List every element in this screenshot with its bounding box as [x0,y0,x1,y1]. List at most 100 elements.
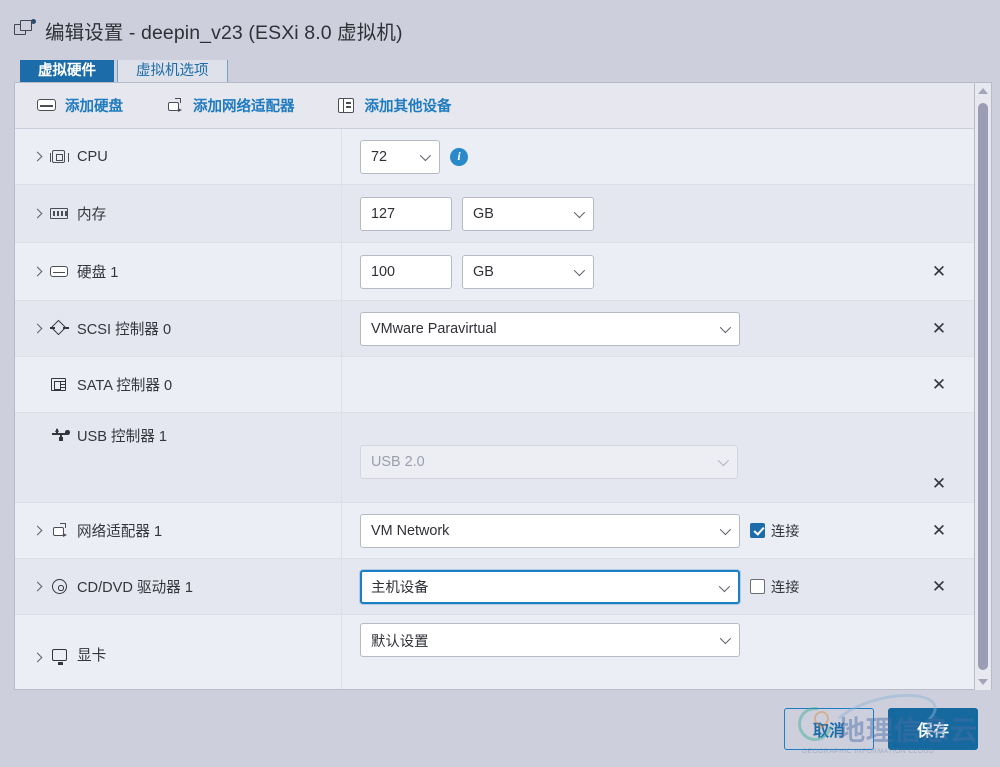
device-row-scsi-controller-0: SCSI 控制器 0 VMware Paravirtual ✕ [15,301,974,357]
virtual-machine-icon [14,19,36,41]
chevron-down-icon [573,264,586,276]
device-label-cell: 硬盘 1 [15,243,341,300]
expand-chevron-hard-disk[interactable] [31,265,45,279]
graphics-mode-value: 默认设置 [371,633,429,650]
scrollbar-track[interactable] [975,99,991,674]
memory-size-input[interactable] [360,196,452,231]
expand-chevron-placeholder [31,378,45,392]
device-remove-cell [904,129,974,184]
chevron-down-icon [719,632,732,645]
network-connect-checkbox[interactable]: 连接 [750,521,799,541]
remove-network-adapter-button[interactable]: ✕ [932,522,946,539]
device-name-usb-controller-1: USB 控制器 1 [77,429,168,445]
device-remove-cell: ✕ [904,301,974,356]
sata-controller-icon [50,376,70,393]
device-list: CPU 72 i 内存 127 GB 硬盘 1 100 GB ✕ SCSI 控制… [15,129,974,689]
scsi-type-value: VMware Paravirtual [371,320,497,337]
add-other-device-button[interactable]: 添加其他设备 [337,95,452,116]
dialog-title: 编辑设置 - deepin_v23 (ESXi 8.0 虚拟机) [45,21,403,44]
tab-vm-options[interactable]: 虚拟机选项 [117,60,228,82]
graphics-mode-select[interactable]: 默认设置 [360,623,740,657]
expand-chevron-graphics-card[interactable] [31,651,45,665]
device-row-sata-controller-0: SATA 控制器 0 ✕ [15,357,974,413]
network-adapter-icon [50,522,70,539]
hard-disk-unit-select[interactable]: GB [462,254,594,289]
device-value-cell [341,357,904,412]
device-name-scsi-controller-0: SCSI 控制器 0 [77,322,172,338]
scroll-up-arrow[interactable] [976,83,991,99]
remove-cd-dvd-button[interactable]: ✕ [932,578,946,595]
scsi-type-select[interactable]: VMware Paravirtual [360,311,740,346]
checkbox-box [750,523,765,538]
chevron-down-icon [419,149,432,161]
device-value-cell: GB [341,243,904,300]
device-value-cell: GB [341,185,904,242]
device-name-sata-controller-0: SATA 控制器 0 [77,378,173,394]
expand-chevron-cd-dvd[interactable] [31,580,45,594]
remove-hard-disk-button[interactable]: ✕ [932,263,946,280]
expand-chevron-network-adapter[interactable] [31,524,45,538]
device-remove-cell: ✕ [904,243,974,300]
remove-usb-controller-button[interactable]: ✕ [932,475,946,492]
device-value-cell: 主机设备 连接 [341,559,904,614]
device-name-graphics-card: 显卡 [77,648,107,664]
cd-dvd-connect-checkbox[interactable]: 连接 [750,577,799,597]
device-remove-cell: ✕ [904,559,974,614]
add-device-toolbar: 添加硬盘 添加网络适配器 添加其他设备 [15,83,974,129]
device-remove-cell [904,185,974,242]
memory-unit-select[interactable]: GB [462,196,594,231]
expand-chevron-memory[interactable] [31,207,45,221]
device-row-network-adapter-1: 网络适配器 1 VM Network 连接 ✕ [15,503,974,559]
expand-chevron-cpu[interactable] [31,150,45,164]
device-label-cell: USB 控制器 1 [15,413,341,502]
cpu-count-select[interactable]: 72 [360,139,440,174]
dialog-titlebar: 编辑设置 - deepin_v23 (ESXi 8.0 虚拟机) [0,0,1000,60]
device-remove-cell: ✕ [904,503,974,558]
memory-unit-value: GB [473,205,494,222]
save-button[interactable]: 保存 [888,707,978,750]
usb-version-value: USB 2.0 [371,454,425,470]
vertical-scrollbar[interactable] [975,82,992,690]
hard-disk-size-input[interactable] [360,254,452,289]
chevron-down-icon [719,321,732,333]
memory-icon [50,205,70,222]
device-name-network-adapter-1: 网络适配器 1 [77,524,163,540]
cd-dvd-source-select[interactable]: 主机设备 [360,569,740,604]
remove-sata-controller-button[interactable]: ✕ [932,376,946,393]
usb-controller-icon [50,425,70,442]
remove-scsi-controller-button[interactable]: ✕ [932,320,946,337]
device-name-cd-dvd-drive-1: CD/DVD 驱动器 1 [77,580,193,596]
device-label-cell: 显卡 [15,615,341,677]
device-label-cell: CD/DVD 驱动器 1 [15,559,341,614]
device-label-cell: 网络适配器 1 [15,503,341,558]
device-value-cell: 默认设置 [341,615,904,677]
device-name-memory: 内存 [77,207,107,223]
graphics-card-icon [50,648,70,665]
info-icon[interactable]: i [450,147,468,166]
device-label-cell: 内存 [15,185,341,242]
network-connect-label: 连接 [771,523,800,540]
network-select[interactable]: VM Network [360,513,740,548]
network-adapter-icon [165,97,185,114]
cd-dvd-icon [50,578,70,595]
expand-chevron-scsi[interactable] [31,322,45,336]
other-device-icon [337,97,357,114]
cancel-button[interactable]: 取消 [784,707,874,750]
scrollbar-thumb[interactable] [978,103,988,670]
edit-settings-dialog: 编辑设置 - deepin_v23 (ESXi 8.0 虚拟机) 虚拟硬件 虚拟… [0,0,1000,767]
device-row-usb-controller-1: USB 控制器 1 USB 2.0 ✕ [15,413,974,503]
dialog-footer: 取消 保存 地理信息云 GEOGRAPHIC INFORMATION CLOUD [0,684,1000,767]
tab-virtual-hardware[interactable]: 虚拟硬件 [20,60,114,82]
chevron-down-icon [718,580,731,592]
tab-strip: 虚拟硬件 虚拟机选项 [0,60,1000,82]
scroll-down-arrow[interactable] [976,674,991,690]
device-row-cpu: CPU 72 i [15,129,974,185]
chevron-down-icon [573,206,586,218]
cpu-count-value: 72 [371,148,388,165]
device-label-cell: CPU [15,129,341,184]
device-value-cell: USB 2.0 [341,413,904,502]
add-hard-disk-button[interactable]: 添加硬盘 [37,95,123,116]
add-network-adapter-button[interactable]: 添加网络适配器 [165,95,295,116]
hard-disk-unit-value: GB [473,263,494,280]
device-value-cell: VMware Paravirtual [341,301,904,356]
